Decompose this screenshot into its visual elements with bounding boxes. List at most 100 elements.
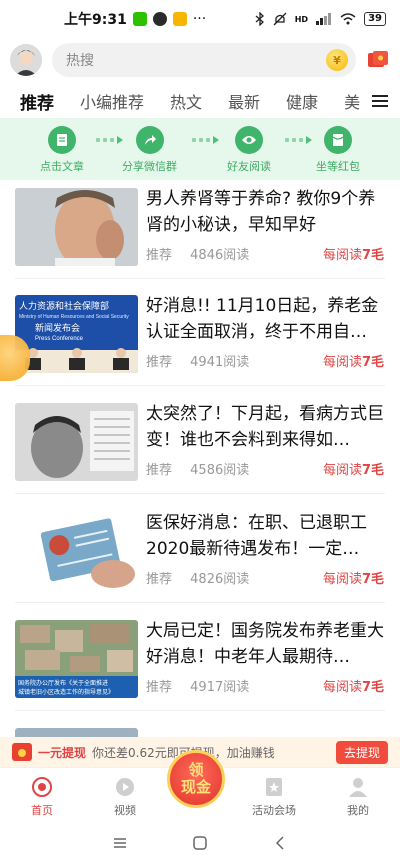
wechat-icon [132, 12, 147, 26]
withdraw-title: 一元提现 [38, 745, 87, 760]
article-read-count: 4846阅读 [190, 248, 250, 263]
search-placeholder: 热搜 [66, 53, 94, 69]
article-title: 男人养肾等于养命? 教你9个养肾的小秘诀，早知早好 [146, 189, 376, 235]
article-meta: 推荐 4941阅读 [146, 351, 263, 370]
article-thumbnail [15, 512, 138, 590]
divider [15, 278, 385, 279]
reward-prefix: 每阅读 [322, 248, 362, 263]
notes-icon [172, 12, 187, 26]
recent-apps-icon[interactable] [113, 836, 127, 850]
wifi-icon [340, 13, 356, 25]
list-item[interactable]: 人力资源和社会保障部 Ministry of Human Resources a… [0, 287, 400, 397]
article-read-count: 4586阅读 [190, 463, 250, 478]
divider [15, 710, 385, 711]
article-meta: 推荐 4826阅读 [146, 568, 263, 587]
step-label: 点击文章 [40, 160, 84, 173]
step-share-group: 分享微信群 [122, 126, 177, 174]
nav-label: 首页 [31, 804, 53, 817]
avatar[interactable] [10, 44, 42, 76]
nav-video[interactable]: 视频 [95, 776, 155, 818]
tab-latest[interactable]: 最新 [228, 89, 260, 113]
nav-profile[interactable]: 我的 [328, 776, 388, 818]
article-title: 好消息!! 11月10日起，养老金认证全面取消，终于不用自… [146, 296, 379, 342]
list-item[interactable]: 国务院办公厅发布《关于全面推进 城镇老旧小区改造工作的指导意见》 大局已定！国务… [0, 612, 400, 722]
article-tag: 推荐 [146, 680, 173, 695]
press-banner-line-3: 新闻发布会 [35, 322, 80, 333]
video-icon [114, 776, 136, 798]
article-tag: 推荐 [146, 572, 173, 587]
divider [15, 493, 385, 494]
nav-label: 视频 [114, 804, 136, 817]
step-arrow [192, 136, 219, 144]
nav-events[interactable]: 活动会场 [244, 776, 304, 818]
back-icon[interactable] [273, 835, 287, 850]
article-tag: 推荐 [146, 355, 173, 370]
bottom-nav: 首页 视频 领 现金 活动会场 我的 [0, 750, 400, 819]
aerial-caption-line-1: 国务院办公厅发布《关于全面推进 [18, 679, 108, 687]
withdraw-button[interactable]: 去提现 [335, 740, 388, 764]
nav-label: 我的 [347, 804, 369, 817]
tab-recommend[interactable]: 推荐 [20, 89, 54, 114]
step-arrow [285, 136, 312, 144]
nav-home[interactable]: 首页 [12, 776, 72, 818]
list-item[interactable]: 医保好消息：在职、已退职工2020最新待遇发布！一定… 推荐 4826阅读 每阅… [0, 504, 400, 614]
step-label: 好友阅读 [227, 160, 271, 173]
home-icon [31, 776, 53, 798]
status-time: 上午9:31 [64, 12, 127, 28]
article-title: 医保好消息：在职、已退职工2020最新待遇发布！一定… [146, 513, 367, 559]
wallet-icon [12, 743, 32, 761]
qq-icon [152, 12, 167, 26]
divider [15, 602, 385, 603]
search-row: 热搜 ¥ [0, 40, 400, 80]
search-input[interactable]: 热搜 ¥ [52, 43, 356, 77]
reward-label: 每阅读7毛 [323, 351, 384, 370]
claim-cash-line-2: 现金 [180, 778, 211, 796]
list-item[interactable]: 太突然了！下月起，看病方式巨变！谁也不会料到来得如… 推荐 4586阅读 每阅读… [0, 395, 400, 505]
tab-hot[interactable]: 热文 [170, 89, 202, 113]
reward-label: 每阅读7毛 [323, 459, 384, 478]
status-right: HD 39 [255, 12, 386, 26]
reward-value: 7毛 [361, 680, 384, 695]
category-tabs: 推荐 小编推荐 热文 最新 健康 美文 [0, 84, 400, 118]
reward-label: 每阅读7毛 [323, 244, 384, 263]
menu-icon[interactable] [360, 84, 400, 118]
network-type: HD [294, 14, 309, 24]
step-label: 坐等红包 [316, 160, 360, 173]
person-icon [347, 776, 369, 798]
step-friends-read: 好友阅读 [227, 126, 271, 174]
reward-value: 7毛 [361, 463, 384, 478]
earn-steps-banner[interactable]: 点击文章 分享微信群 好友阅读 坐等红包 [0, 118, 400, 180]
list-item[interactable]: 男人养肾等于养命? 教你9个养肾的小秘诀，早知早好 推荐 4846阅读 每阅读7… [0, 180, 400, 290]
reward-label: 每阅读7毛 [323, 568, 384, 587]
eye-icon [235, 126, 263, 154]
signal-icon [316, 13, 332, 25]
reward-label: 每阅读7毛 [323, 676, 384, 695]
document-icon [48, 126, 76, 154]
home-button-icon[interactable] [193, 835, 207, 850]
system-nav [0, 819, 400, 866]
reward-value: 7毛 [361, 355, 384, 370]
article-meta: 推荐 4586阅读 [146, 459, 263, 478]
article-read-count: 4941阅读 [190, 355, 250, 370]
press-banner-line-2: Ministry of Human Resources and Social S… [19, 314, 129, 320]
star-flag-icon [263, 776, 285, 798]
reward-prefix: 每阅读 [322, 680, 362, 695]
tab-health[interactable]: 健康 [286, 89, 318, 113]
coin-icon[interactable]: ¥ [326, 49, 348, 71]
article-title: 太突然了！下月起，看病方式巨变！谁也不会料到来得如… [146, 404, 384, 450]
avatar-image [10, 44, 42, 76]
claim-cash-button[interactable]: 领 现金 [167, 750, 225, 808]
divider [15, 385, 385, 386]
article-thumbnail: 人力资源和社会保障部 Ministry of Human Resources a… [15, 295, 138, 373]
reward-prefix: 每阅读 [322, 355, 362, 370]
article-tag: 推荐 [146, 248, 173, 263]
red-packet-svg [368, 51, 388, 67]
red-packet-icon[interactable] [366, 48, 390, 72]
article-meta: 推荐 4846阅读 [146, 244, 263, 263]
step-arrow [96, 136, 123, 144]
battery-indicator: 39 [364, 12, 386, 26]
reward-value: 7毛 [361, 572, 384, 587]
mute-icon [273, 12, 287, 26]
more-notifications-icon: ··· [192, 11, 207, 27]
tab-editor-picks[interactable]: 小编推荐 [80, 89, 144, 113]
